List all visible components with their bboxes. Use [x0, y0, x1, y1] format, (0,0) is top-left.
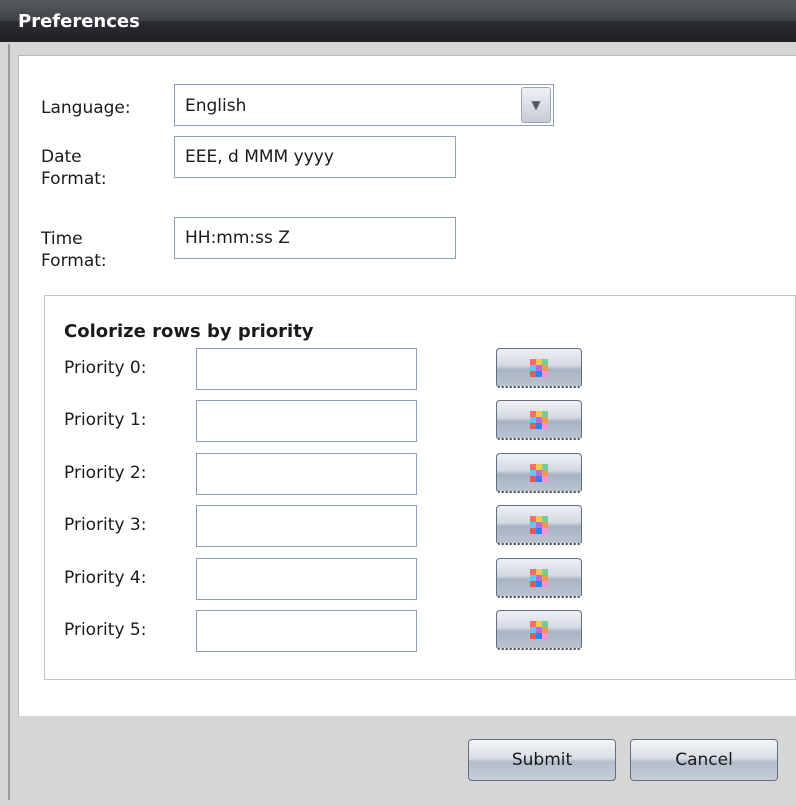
- submit-button-label: Submit: [511, 750, 573, 770]
- priority-5-color-input[interactable]: [196, 610, 417, 652]
- date-format-value: EEE, d MMM yyyy: [185, 147, 334, 167]
- priority-1-color-input[interactable]: [196, 400, 417, 442]
- cancel-button-label: Cancel: [675, 750, 733, 770]
- priority-4-color-picker-button[interactable]: [496, 558, 582, 598]
- priority-1-color-picker-button[interactable]: [496, 400, 582, 440]
- chevron-down-icon[interactable]: ▼: [521, 87, 551, 123]
- priority-colors-group: [44, 295, 796, 680]
- date-format-label-line1: Date: [41, 147, 82, 167]
- cancel-button[interactable]: Cancel: [630, 739, 778, 781]
- window-frame-left: [8, 44, 10, 800]
- color-palette-icon: [530, 464, 548, 482]
- color-palette-icon: [530, 411, 548, 429]
- priority-2-color-input[interactable]: [196, 453, 417, 495]
- priority-1-label: Priority 1:: [64, 410, 147, 430]
- language-label: Language:: [41, 98, 131, 118]
- time-format-input[interactable]: HH:mm:ss Z: [174, 217, 456, 259]
- submit-button[interactable]: Submit: [468, 739, 616, 781]
- priority-5-label: Priority 5:: [64, 620, 147, 640]
- priority-4-color-input[interactable]: [196, 558, 417, 600]
- window-title: Preferences: [18, 11, 140, 32]
- palette-swatch: [542, 476, 548, 482]
- time-format-value: HH:mm:ss Z: [185, 228, 290, 248]
- preferences-window: Preferences Language: English ▼ Date For…: [0, 0, 796, 805]
- priority-3-label: Priority 3:: [64, 515, 147, 535]
- priority-0-color-picker-button[interactable]: [496, 348, 582, 388]
- color-palette-icon: [530, 516, 548, 534]
- priority-0-color-input[interactable]: [196, 348, 417, 390]
- language-select-value: English: [185, 96, 247, 116]
- palette-swatch: [542, 581, 548, 587]
- color-palette-icon: [530, 569, 548, 587]
- color-palette-icon: [530, 621, 548, 639]
- palette-swatch: [542, 633, 548, 639]
- time-format-label-line2: Format:: [41, 251, 107, 271]
- title-bar: Preferences: [0, 0, 796, 42]
- color-palette-icon: [530, 359, 548, 377]
- date-format-label-line2: Format:: [41, 169, 107, 189]
- priority-0-label: Priority 0:: [64, 358, 147, 378]
- time-format-label-line1: Time: [41, 229, 83, 249]
- palette-swatch: [542, 423, 548, 429]
- palette-swatch: [542, 528, 548, 534]
- palette-swatch: [542, 371, 548, 377]
- priority-3-color-input[interactable]: [196, 505, 417, 547]
- language-select[interactable]: English ▼: [174, 84, 554, 126]
- priority-3-color-picker-button[interactable]: [496, 505, 582, 545]
- date-format-input[interactable]: EEE, d MMM yyyy: [174, 136, 456, 178]
- priority-2-label: Priority 2:: [64, 463, 147, 483]
- priority-2-color-picker-button[interactable]: [496, 453, 582, 493]
- priority-group-title: Colorize rows by priority: [64, 321, 314, 342]
- priority-4-label: Priority 4:: [64, 568, 147, 588]
- priority-5-color-picker-button[interactable]: [496, 610, 582, 650]
